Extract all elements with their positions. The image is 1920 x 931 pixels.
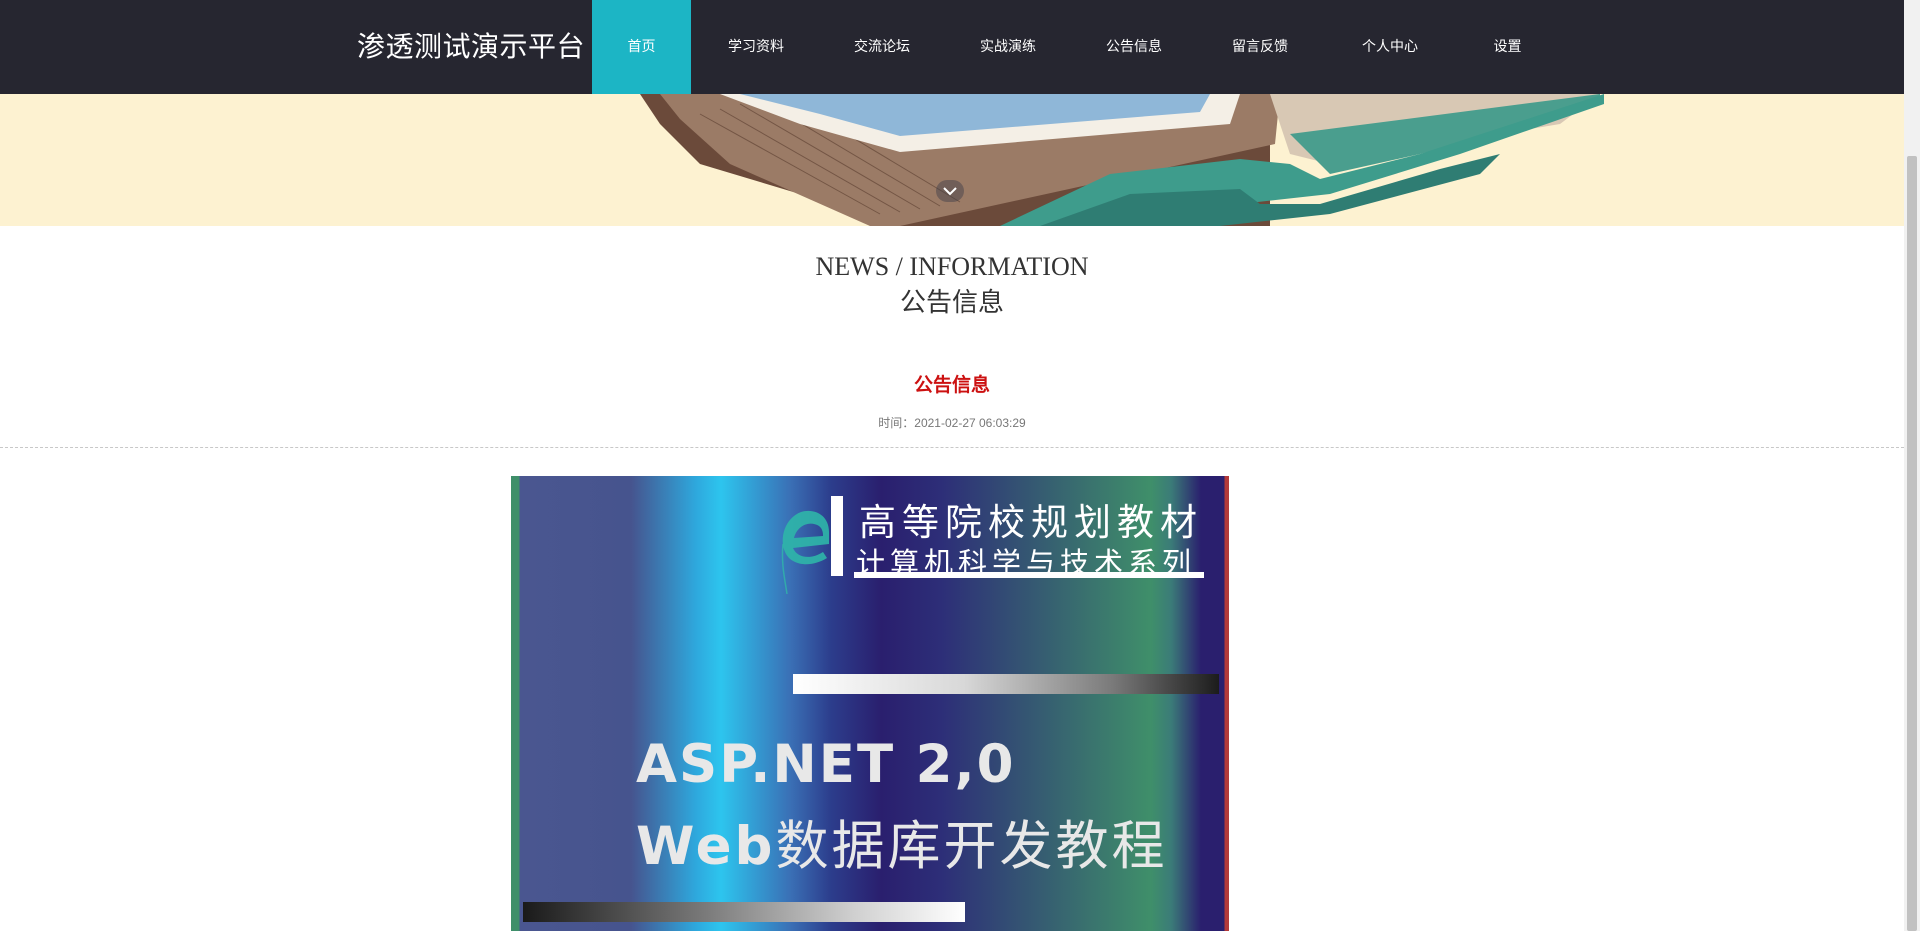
cover-logo-bar — [831, 496, 843, 576]
nav-item-settings[interactable]: 设置 — [1455, 0, 1560, 94]
main-nav: 首页 学习资料 交流论坛 实战演练 公告信息 留言反馈 个人中心 设置 — [592, 0, 1560, 94]
scroll-down-button[interactable] — [936, 180, 964, 202]
cover-underline — [854, 572, 1204, 578]
nav-item-home[interactable]: 首页 — [592, 0, 691, 94]
article-title: 公告信息 — [913, 375, 990, 396]
scrollbar-thumb[interactable] — [1907, 156, 1917, 931]
book-cover-image: 高等院校规划教材 计算机科学与技术系列 ASP.NET 2,0 Web数据库开发… — [511, 476, 1229, 931]
site-brand[interactable]: 渗透测试演示平台 — [357, 0, 585, 94]
cover-title-line1: ASP.NET 2,0 — [636, 734, 1016, 795]
divider — [0, 447, 1904, 448]
nav-item-feedback[interactable]: 留言反馈 — [1195, 0, 1325, 94]
nav-item-study-materials[interactable]: 学习资料 — [691, 0, 821, 94]
open-book-illustration — [640, 94, 1604, 226]
nav-item-forum[interactable]: 交流论坛 — [821, 0, 943, 94]
nav-item-announcements[interactable]: 公告信息 — [1073, 0, 1195, 94]
cover-gradient-bar — [793, 674, 1219, 694]
cover-series-line1: 高等院校规划教材 — [859, 501, 1203, 544]
chevron-down-icon — [943, 187, 957, 196]
banner-image — [0, 94, 1904, 226]
nav-item-practice[interactable]: 实战演练 — [943, 0, 1073, 94]
cover-title-cn: 数据库开发教程 — [775, 816, 1168, 877]
cover-gradient-bar-bottom — [523, 902, 965, 922]
top-navbar: 渗透测试演示平台 首页 学习资料 交流论坛 实战演练 公告信息 留言反馈 个人中… — [0, 0, 1904, 94]
nav-item-personal-center[interactable]: 个人中心 — [1325, 0, 1455, 94]
section-title-en: NEWS / INFORMATION — [815, 252, 1089, 281]
cover-title-web: Web — [636, 816, 776, 877]
section-title-cn: 公告信息 — [899, 288, 1004, 317]
article-timestamp: 时间：2021-02-27 06:03:29 — [878, 416, 1026, 430]
cover-title-line2: Web数据库开发教程 — [636, 804, 1167, 880]
